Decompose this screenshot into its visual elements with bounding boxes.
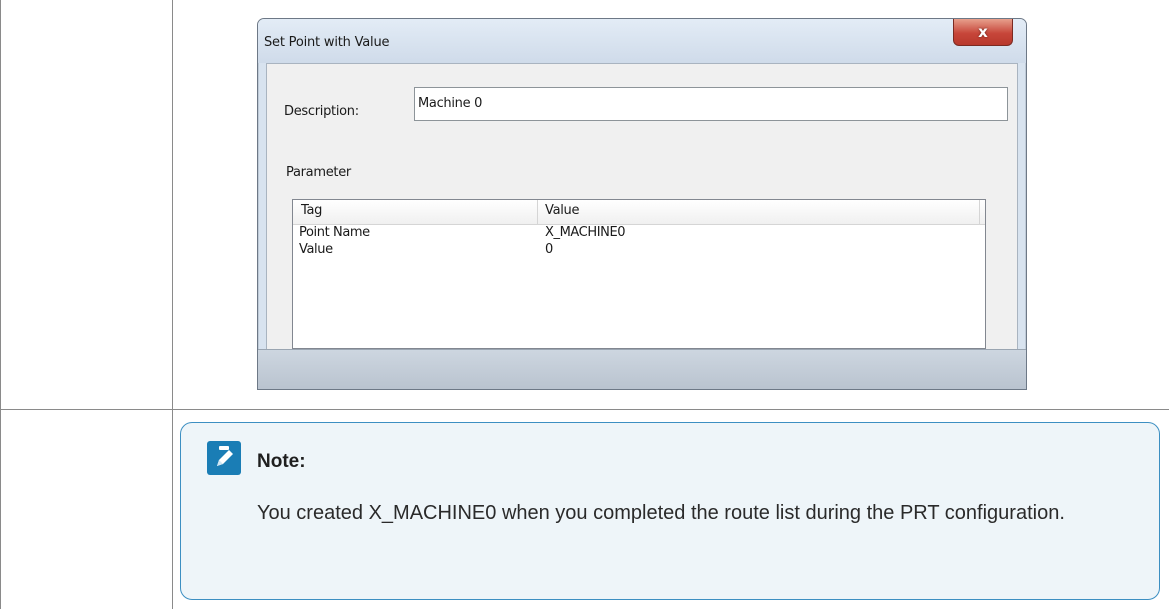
document-page: Set Point with Value x Description: Mach… (0, 0, 1169, 609)
row-tag: Point Name (299, 225, 370, 240)
table-column-divider (172, 0, 173, 609)
description-label: Description: (284, 104, 359, 119)
note-text: You created X_MACHINE0 when you complete… (257, 502, 1065, 524)
dialog-titlebar[interactable]: Set Point with Value x (258, 19, 1026, 63)
parameter-list[interactable]: Tag Value Point Name X_MACHINE0 Value 0 (292, 199, 986, 349)
parameter-label: Parameter (286, 165, 351, 180)
close-icon: x (978, 23, 988, 41)
set-point-dialog: Set Point with Value x Description: Mach… (257, 18, 1027, 390)
list-header: Tag Value (293, 200, 985, 225)
description-input[interactable]: Machine 0 (414, 87, 1008, 121)
column-header-value[interactable]: Value (545, 203, 580, 218)
row-value: 0 (545, 242, 553, 257)
row-value: X_MACHINE0 (545, 225, 626, 240)
note-title: Note: (257, 451, 306, 472)
column-header-tag[interactable]: Tag (301, 203, 322, 218)
table-row-divider (0, 409, 1169, 410)
list-row[interactable]: Value 0 (293, 242, 985, 259)
close-button[interactable]: x (953, 19, 1013, 46)
dialog-title: Set Point with Value (264, 35, 390, 50)
column-separator[interactable] (979, 200, 980, 224)
row-tag: Value (299, 242, 333, 257)
pencil-icon (207, 441, 241, 475)
column-separator[interactable] (537, 200, 538, 224)
dialog-footer (258, 349, 1026, 389)
table-border-left (0, 0, 1, 609)
list-row[interactable]: Point Name X_MACHINE0 (293, 225, 985, 242)
